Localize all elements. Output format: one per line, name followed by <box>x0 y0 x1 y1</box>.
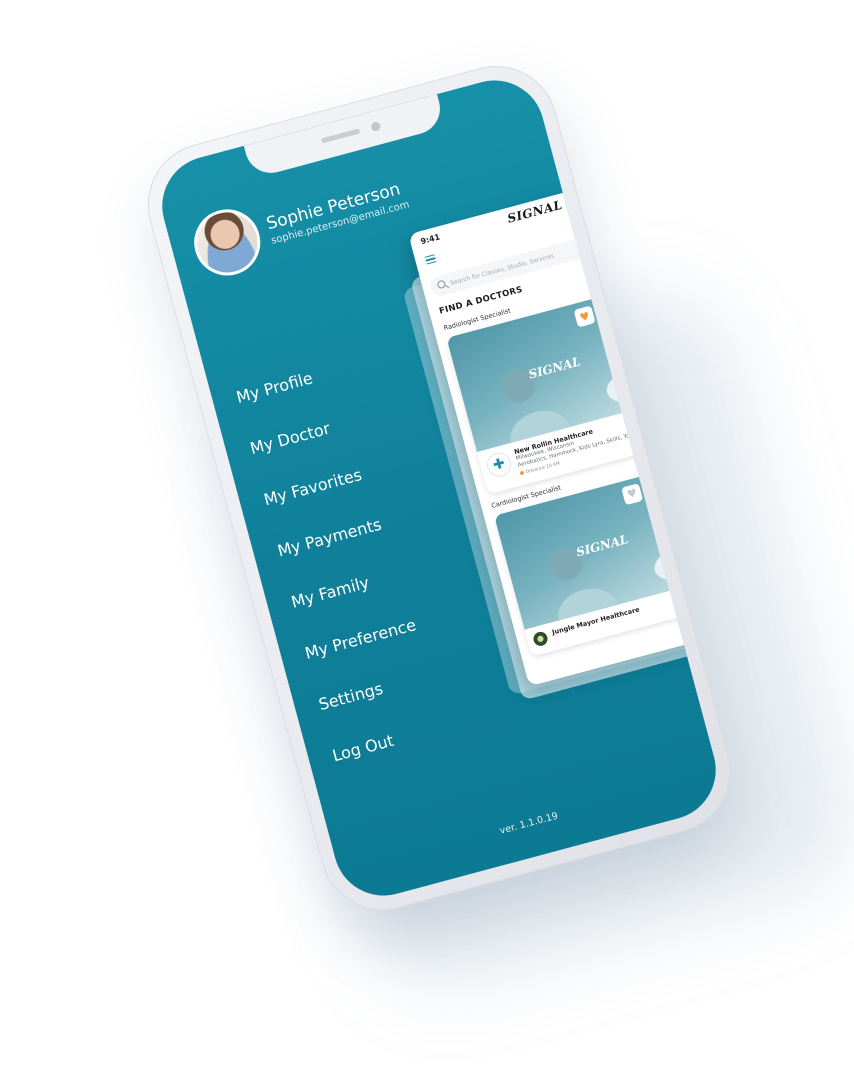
phone-frame: 9:41 SIGNAL FIND A DOCTORS Radiologist S… <box>133 52 745 924</box>
heart-icon[interactable]: ♥ <box>621 482 644 505</box>
location-pin-icon <box>519 470 525 476</box>
medical-cross-icon: ✚ <box>484 449 514 480</box>
speaker-grille <box>320 128 361 144</box>
phone-screen: 9:41 SIGNAL FIND A DOCTORS Radiologist S… <box>151 69 727 907</box>
card-logo: SIGNAL <box>526 354 583 382</box>
search-icon <box>436 279 447 290</box>
heart-icon[interactable]: ♥ <box>573 305 596 328</box>
profile-header[interactable]: Sophie Peterson sophie.peterson@email.co… <box>186 163 415 283</box>
front-camera <box>370 121 382 133</box>
profile-text: Sophie Peterson sophie.peterson@email.co… <box>264 177 411 249</box>
drawer-menu: My Profile My Doctor My Favorites My Pay… <box>234 357 454 796</box>
hamburger-menu-icon[interactable] <box>424 254 437 265</box>
avatar[interactable] <box>186 202 268 283</box>
card-logo: SIGNAL <box>574 531 630 559</box>
status-time: 9:41 <box>419 232 442 247</box>
clinic-logo-icon: ● <box>531 629 549 647</box>
promo-stage: 9:41 SIGNAL FIND A DOCTORS Radiologist S… <box>0 0 854 1084</box>
phone-notch <box>243 94 446 179</box>
